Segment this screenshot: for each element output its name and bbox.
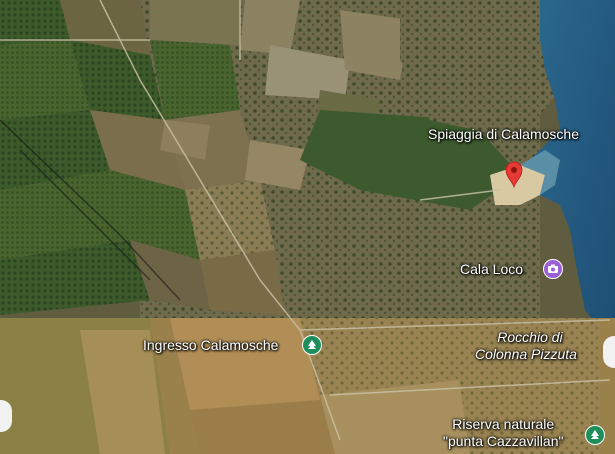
place-label-riserva-line2: "punta Cazzavillan"	[443, 433, 564, 449]
tree-icon[interactable]	[302, 335, 322, 355]
place-label-ingresso[interactable]: Ingresso Calamosche	[143, 337, 278, 353]
place-label-rocchio[interactable]: Rocchio di Colonna Pizzuta	[475, 329, 577, 363]
place-label-rocchio-line1: Rocchio di	[497, 329, 563, 345]
place-label-riserva[interactable]: Riserva naturale "punta Cazzavillan"	[443, 416, 563, 450]
place-label-rocchio-line2: Colonna Pizzuta	[475, 346, 577, 362]
tree-icon-riserva[interactable]	[585, 425, 605, 445]
camera-icon[interactable]	[543, 259, 563, 279]
side-panel-toggle-right[interactable]	[603, 336, 615, 368]
place-label-cala-loco[interactable]: Cala Loco	[460, 261, 523, 277]
place-label-riserva-line1: Riserva naturale	[452, 416, 555, 432]
place-label-spiaggia[interactable]: Spiaggia di Calamosche	[428, 126, 579, 142]
satellite-map[interactable]	[0, 0, 615, 454]
